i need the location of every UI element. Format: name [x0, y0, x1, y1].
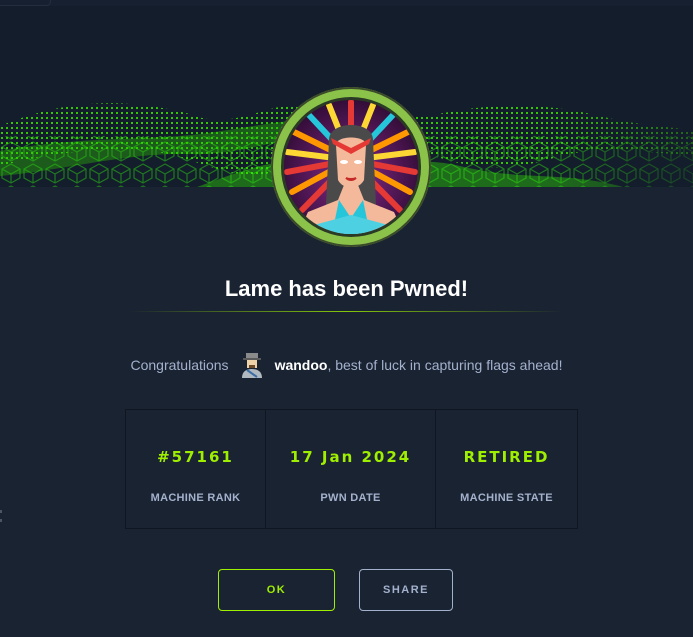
ok-button[interactable]: OK — [218, 569, 335, 611]
share-button[interactable]: SHARE — [359, 569, 453, 611]
stat-machine-rank: #57161 MACHINE RANK — [126, 410, 266, 528]
pwn-date-value: 17 Jan 2024 — [289, 448, 412, 466]
machine-rank-label: MACHINE RANK — [150, 492, 241, 504]
congrats-prefix: Congratulations — [130, 357, 229, 373]
machine-avatar-icon — [284, 100, 418, 234]
machine-state-label: MACHINE STATE — [460, 492, 553, 504]
left-edge-marks — [0, 510, 2, 550]
title-divider — [130, 311, 563, 312]
pwn-date-label: PWN DATE — [320, 492, 381, 504]
stat-pwn-date: 17 Jan 2024 PWN DATE — [266, 410, 436, 528]
stats-panel: #57161 MACHINE RANK 17 Jan 2024 PWN DATE… — [125, 409, 578, 529]
machine-rank-value: #57161 — [157, 448, 234, 466]
user-avatar-icon[interactable] — [239, 350, 265, 380]
machine-state-value: RETIRED — [463, 448, 550, 466]
username[interactable]: wandoo — [275, 357, 328, 373]
machine-avatar — [271, 87, 431, 247]
stat-machine-state: RETIRED MACHINE STATE — [436, 410, 577, 528]
pwned-title: Lame has been Pwned! — [224, 276, 469, 301]
congrats-message: Congratulations wandoo , best of luck in… — [0, 350, 693, 380]
congrats-suffix: , best of luck in capturing flags ahead! — [327, 357, 563, 373]
